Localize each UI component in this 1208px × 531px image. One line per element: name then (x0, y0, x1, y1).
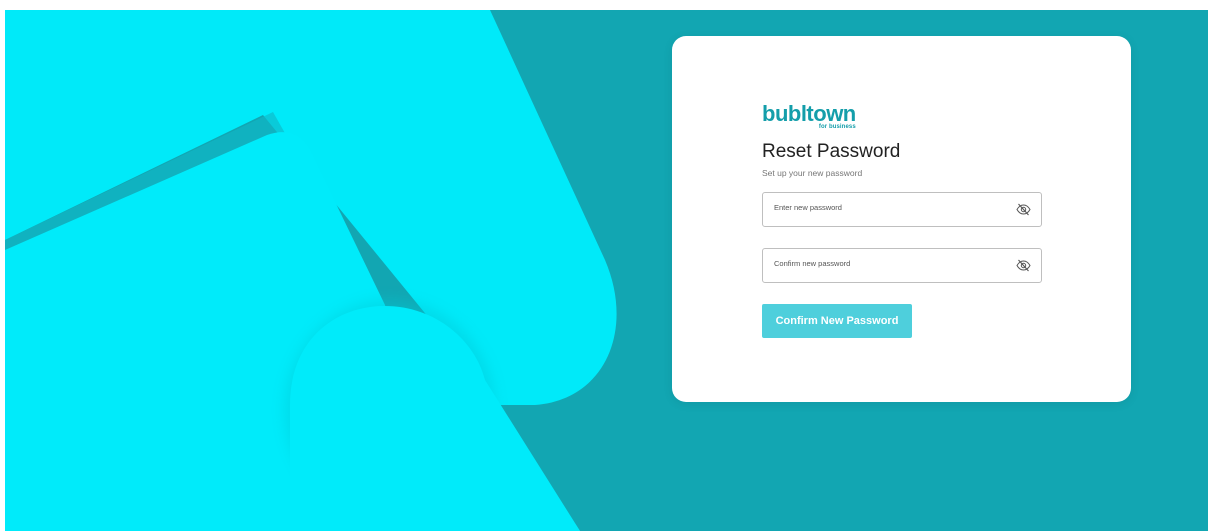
brand-logo: bubltown for business (762, 101, 856, 131)
eye-slash-icon[interactable] (1016, 203, 1031, 216)
brand-name: bubltown (762, 101, 856, 126)
confirm-password-field (762, 248, 1042, 283)
page-background: bubltown for business Reset Password Set… (5, 10, 1208, 531)
page-title: Reset Password (762, 141, 901, 162)
confirm-password-input[interactable] (763, 249, 1004, 273)
confirm-new-password-button[interactable]: Confirm New Password (762, 304, 912, 338)
page-subtitle: Set up your new password (762, 168, 863, 178)
eye-slash-icon[interactable] (1016, 259, 1031, 272)
new-password-field (762, 192, 1042, 227)
new-password-input[interactable] (763, 193, 1004, 217)
reset-password-card: bubltown for business Reset Password Set… (672, 36, 1131, 402)
